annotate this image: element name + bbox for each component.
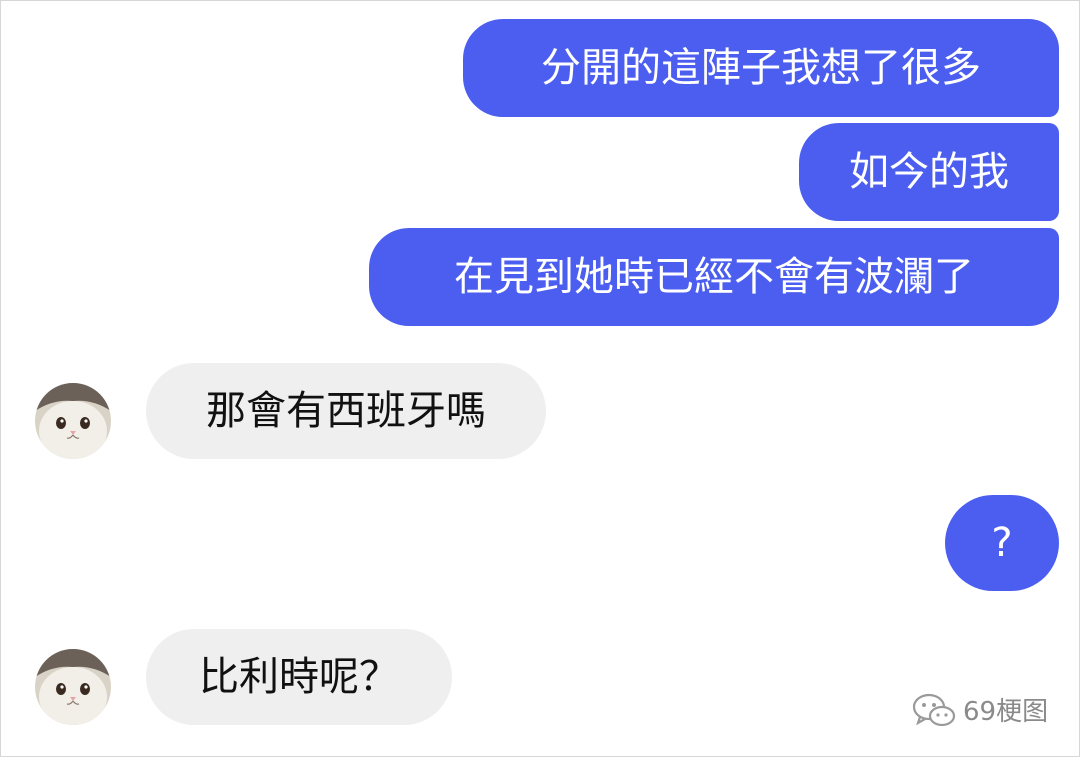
sent-message-bubble[interactable]: 分開的這陣子我想了很多: [463, 19, 1059, 117]
cat-avatar[interactable]: [35, 383, 111, 459]
watermark: 69梗图: [911, 691, 1048, 728]
chat-screen: 分開的這陣子我想了很多 如今的我 在見到她時已經不會有波瀾了 那會有西班牙嗎 ?: [0, 0, 1080, 757]
message-text: 比利時呢？: [199, 654, 399, 700]
message-text: ?: [991, 520, 1013, 566]
message-text: 在見到她時已經不會有波瀾了: [454, 254, 974, 300]
watermark-text: 69梗图: [963, 697, 1049, 727]
sent-message-bubble[interactable]: 在見到她時已經不會有波瀾了: [369, 228, 1059, 326]
received-message-bubble[interactable]: 那會有西班牙嗎: [146, 363, 546, 459]
wechat-icon: [912, 693, 956, 726]
sent-message-bubble[interactable]: ?: [945, 495, 1059, 591]
sent-message-bubble[interactable]: 如今的我: [799, 123, 1059, 221]
received-message-bubble[interactable]: 比利時呢？: [146, 629, 452, 725]
message-text: 那會有西班牙嗎: [206, 388, 486, 434]
cat-avatar[interactable]: [35, 649, 111, 725]
message-text: 如今的我: [849, 149, 1009, 195]
message-text: 分開的這陣子我想了很多: [541, 45, 981, 91]
